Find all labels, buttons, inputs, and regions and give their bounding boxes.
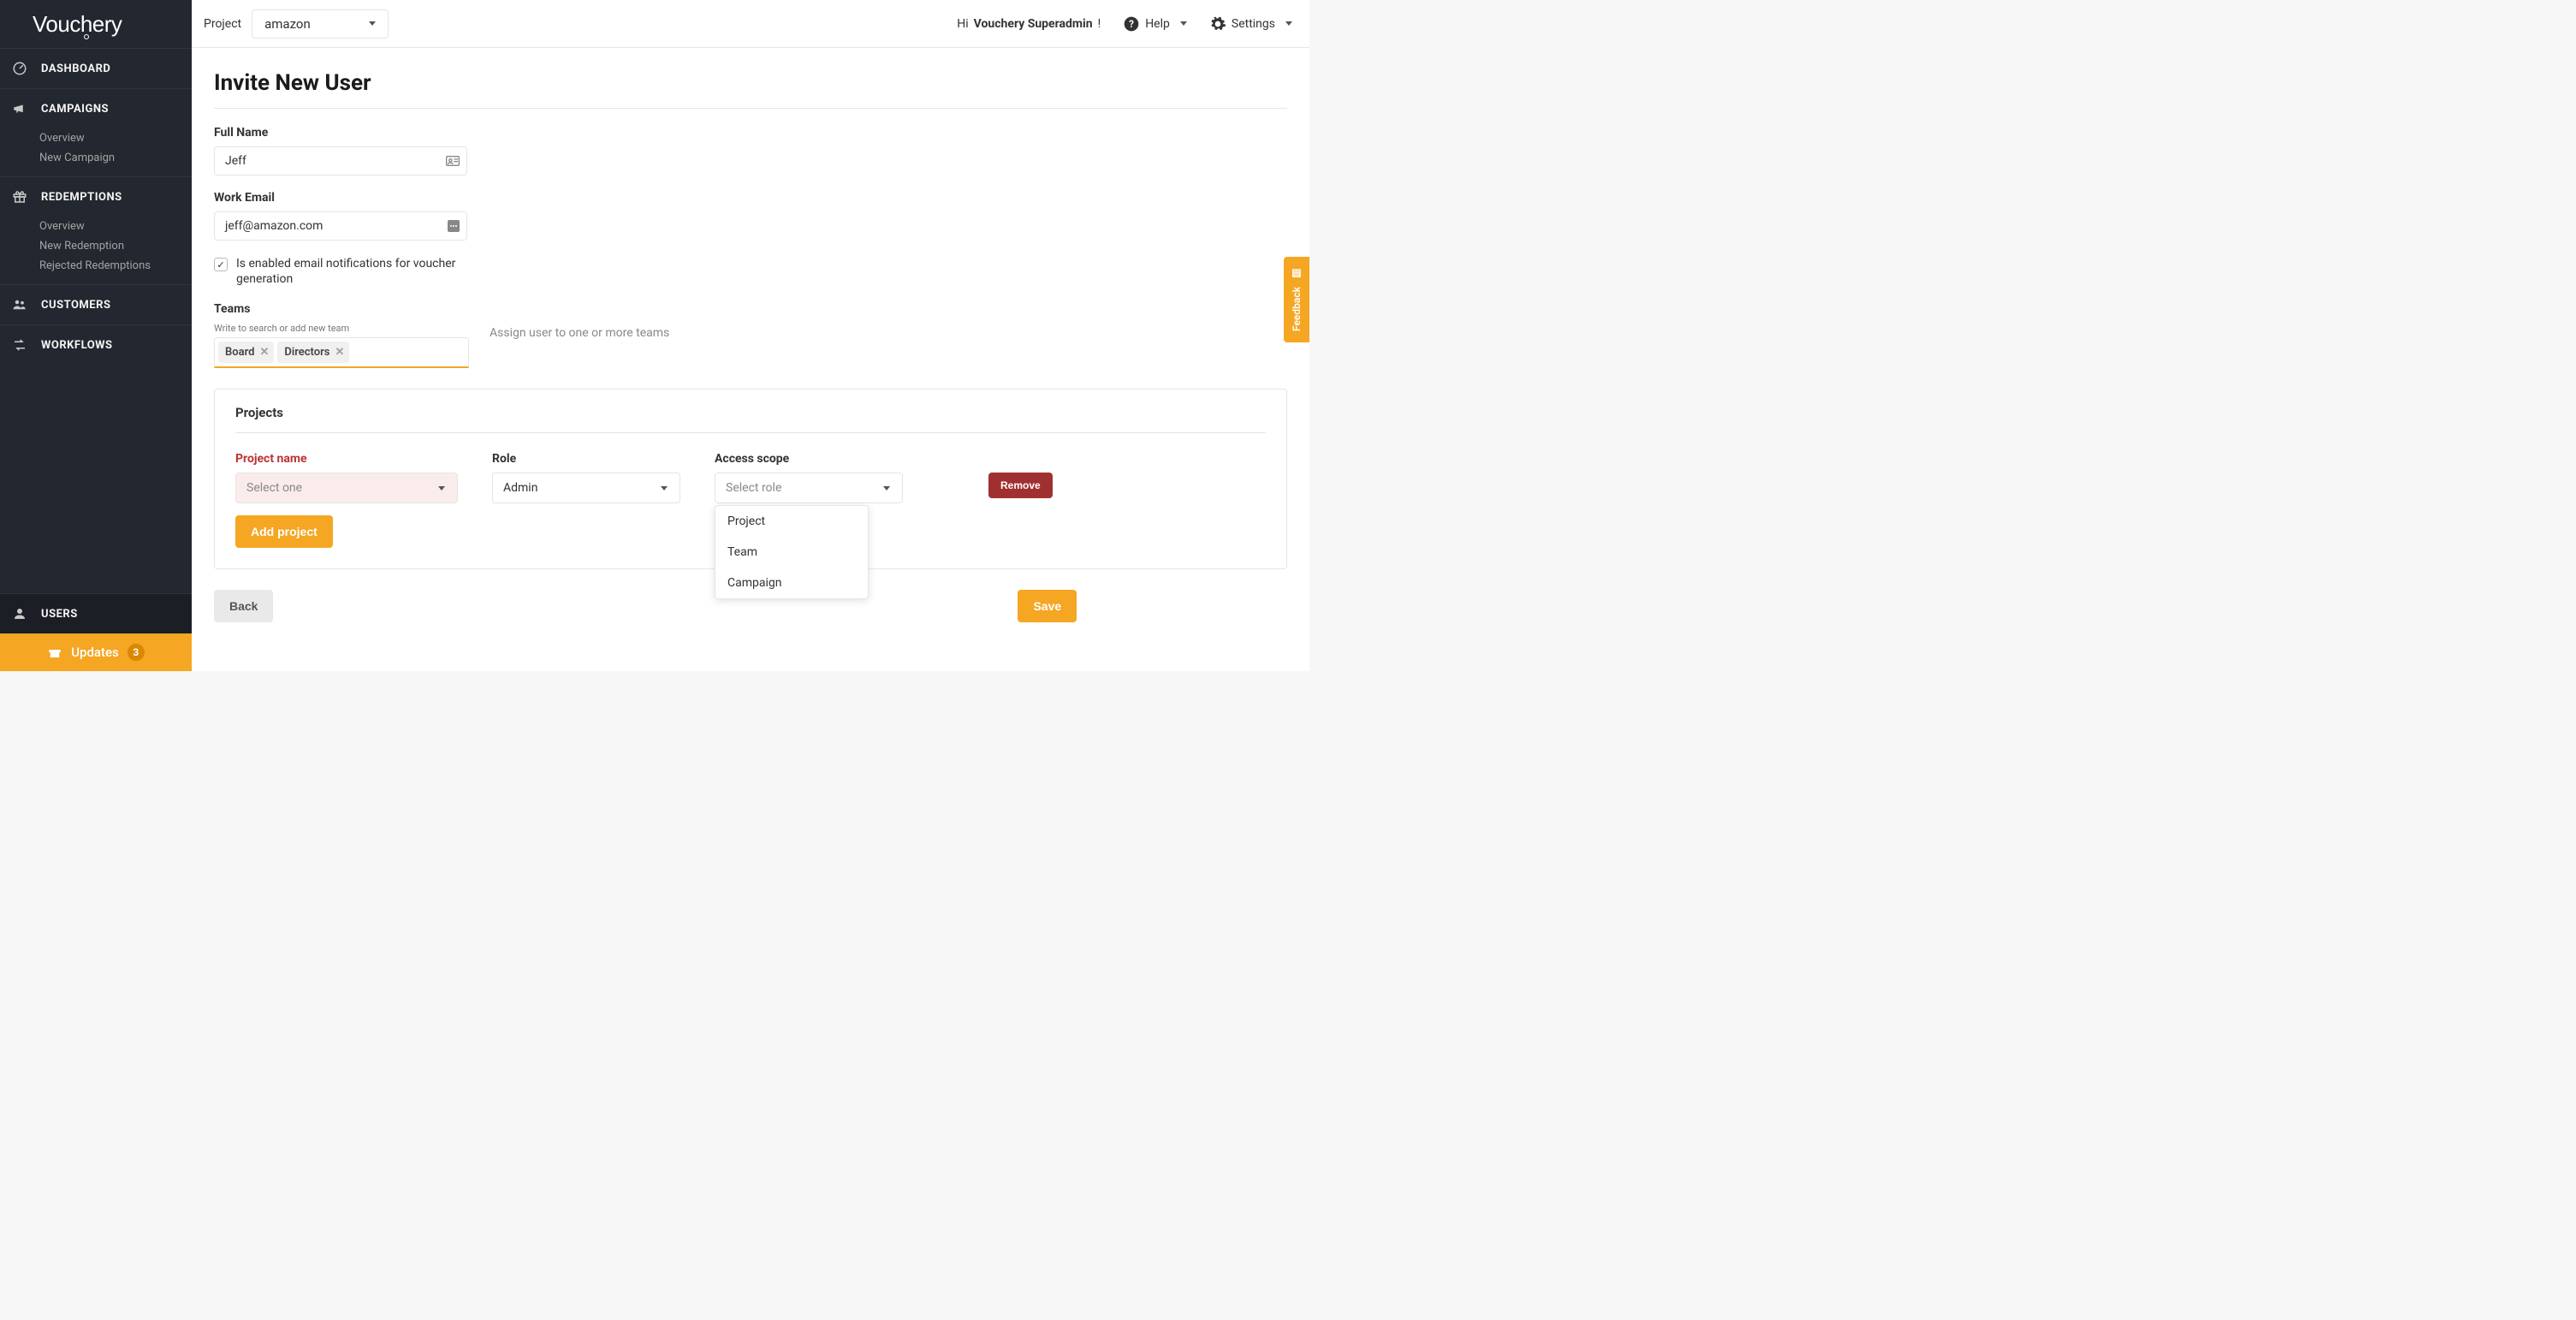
close-icon[interactable]: ✕ [335,346,344,359]
main-content: Invite New User Full Name Jeff Work Emai… [192,48,1309,671]
email-notifications-label: Is enabled email notifications for vouch… [236,256,505,287]
save-button[interactable]: Save [1018,590,1077,622]
users-icon [12,297,29,312]
brand-logo-text: Vouchery [33,11,122,38]
workflow-icon [12,337,29,353]
help-menu[interactable]: ? Help [1123,15,1187,33]
sidebar-item-redemptions[interactable]: REDEMPTIONS [0,177,192,217]
email-notifications-checkbox[interactable] [214,258,228,271]
settings-label: Settings [1232,17,1275,31]
projects-header: Projects [235,405,1266,433]
teams-input[interactable]: Board ✕ Directors ✕ [214,337,469,368]
sidebar-updates[interactable]: Updates 3 [0,633,192,671]
sidebar-item-label: WORKFLOWS [41,339,113,352]
assign-hint: Assign user to one or more teams [490,326,669,340]
feedback-icon: ▤ [1291,268,1303,280]
updates-label: Updates [71,645,119,660]
projects-card: Projects Project name Select one Role Ad… [214,389,1287,569]
sidebar-item-dashboard[interactable]: DASHBOARD [0,49,192,88]
contact-card-icon [446,156,460,166]
sidebar-nav: DASHBOARD CAMPAIGNS Overview New Campaig… [0,48,192,365]
dots-icon [448,220,460,232]
bullhorn-icon [12,101,29,116]
sidebar-item-label: REDEMPTIONS [41,191,122,204]
sidebar-item-label: USERS [41,608,78,621]
project-name-label: Project name [235,452,458,466]
help-circle-icon: ? [1123,15,1140,33]
brand-logo-dot [84,34,89,39]
project-value: amazon [264,16,311,32]
updates-badge: 3 [128,644,145,661]
settings-menu[interactable]: Settings [1209,15,1292,33]
help-label: Help [1145,17,1170,31]
sidebar-item-workflows[interactable]: WORKFLOWS [0,325,192,365]
topbar: Project amazon Hi Vouchery Superadmin! ?… [192,0,1309,48]
close-icon[interactable]: ✕ [259,346,269,359]
sidebar-sub-new-redemption[interactable]: New Redemption [39,236,192,256]
user-icon [12,606,29,621]
back-button[interactable]: Back [214,590,273,622]
fullname-input[interactable]: Jeff [214,146,467,175]
sidebar-item-customers[interactable]: CUSTOMERS [0,285,192,324]
team-token-board[interactable]: Board ✕ [218,342,274,363]
sidebar-item-label: CAMPAIGNS [41,103,109,116]
sidebar-sub-overview[interactable]: Overview [39,217,192,236]
project-label: Project [204,17,241,31]
sidebar-item-users[interactable]: USERS [0,594,192,633]
project-select[interactable]: amazon [252,9,389,39]
svg-text:?: ? [1129,18,1134,30]
fullname-label: Full Name [214,126,1287,140]
sidebar-item-label: CUSTOMERS [41,299,110,312]
scope-option-campaign[interactable]: Campaign [715,568,868,598]
page-title: Invite New User [214,70,1287,109]
gift-icon [12,189,29,205]
scope-dropdown: Project Team Campaign [715,505,869,599]
feedback-tab[interactable]: Feedback ▤ [1284,257,1309,342]
role-label: Role [492,452,680,466]
email-value: jeff@amazon.com [225,219,323,233]
email-input[interactable]: jeff@amazon.com [214,211,467,241]
brand-logo: Vouchery [0,0,192,48]
gauge-icon [12,61,29,76]
add-project-button[interactable]: Add project [235,515,333,548]
sidebar-sub-new-campaign[interactable]: New Campaign [39,148,192,168]
scope-option-project[interactable]: Project [715,506,868,537]
team-token-directors[interactable]: Directors ✕ [277,342,349,363]
sidebar-sub-rejected-redemptions[interactable]: Rejected Redemptions [39,256,192,276]
remove-project-button[interactable]: Remove [988,473,1053,498]
gear-icon [1209,15,1226,33]
scope-select[interactable]: Select role [715,473,903,503]
teams-hint: Write to search or add new team [214,323,469,334]
scope-option-team[interactable]: Team [715,537,868,568]
email-label: Work Email [214,191,1287,205]
fullname-value: Jeff [225,154,246,168]
sidebar-item-campaigns[interactable]: CAMPAIGNS [0,89,192,128]
project-name-select[interactable]: Select one [235,473,458,503]
scope-label: Access scope [715,452,903,466]
gift-icon [47,645,62,660]
role-select[interactable]: Admin [492,473,680,503]
sidebar-sub-overview[interactable]: Overview [39,128,192,148]
sidebar-item-label: DASHBOARD [41,62,110,75]
sidebar: Vouchery DASHBOARD CAMPAIGNS Overview Ne… [0,0,192,671]
greeting: Hi Vouchery Superadmin! [957,17,1101,31]
teams-label: Teams [214,302,469,316]
